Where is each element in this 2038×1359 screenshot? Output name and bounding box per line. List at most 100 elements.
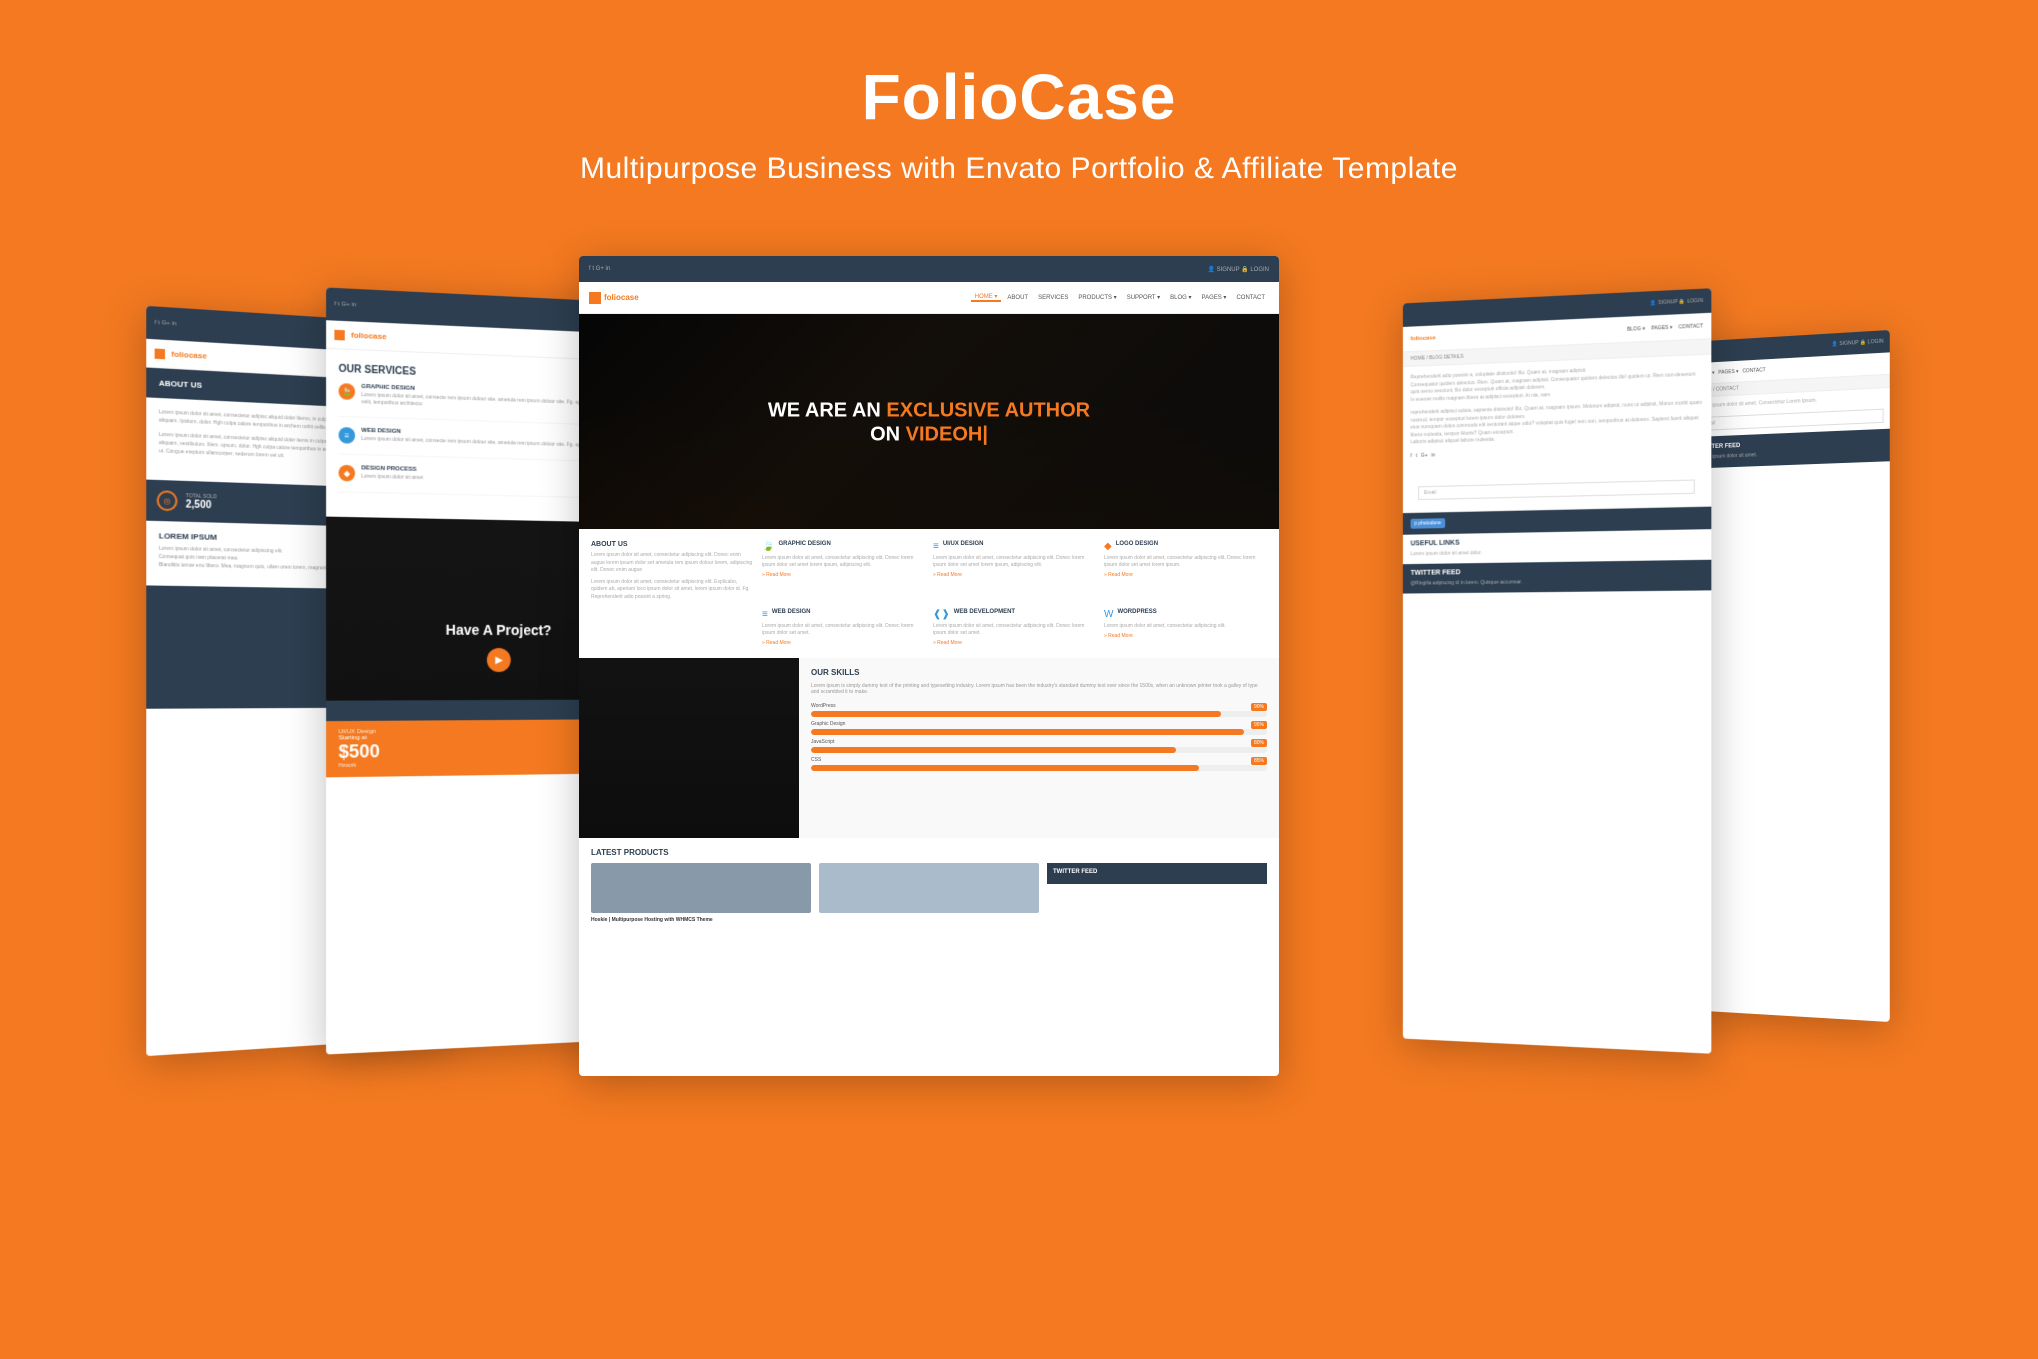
mock-play-btn[interactable]: ▶ [487, 648, 511, 672]
mock-svc-spacer [591, 609, 754, 646]
mock-about-us-title: ABOUT US [591, 541, 754, 548]
skill-wordpress: WordPress 90% [811, 703, 1267, 717]
mock-useful-title: USEFUL LINKS [1411, 535, 1703, 547]
mockup-right: 👤 SIGNUP 🔒 LOGIN foliocase BLOG ▾ PAGES … [1403, 288, 1711, 1054]
nav-support[interactable]: SUPPORT ▾ [1123, 294, 1164, 301]
svc-name-3: LOGO DESIGN [1116, 541, 1158, 547]
svc-desc-6: Lorem ipsum dolor sit amet, consectetur … [1104, 623, 1267, 630]
mock-product-2 [819, 863, 1039, 923]
mock-svc-hdr-1: 🍃 GRAPHIC DESIGN [762, 541, 925, 552]
mock-service-icon-1: 🍃 [339, 383, 356, 400]
skill-graphic-label-row: Graphic Design 95% [811, 721, 1267, 729]
nav-products[interactable]: PRODUCTS ▾ [1074, 294, 1120, 301]
skill-js-bar [811, 747, 1267, 753]
mock-stat-value: 2,500 [186, 499, 217, 511]
mock-right-text2: reprehenderit adipisci soluta, sapiente … [1411, 400, 1703, 447]
nav-blog[interactable]: BLOG ▾ [1166, 294, 1195, 301]
far-right-contact[interactable]: CONTACT [1742, 367, 1765, 374]
mock-svc-title-3: DESIGN PROCESS [361, 465, 423, 473]
mock-photodune-logo: p photodune [1411, 518, 1445, 529]
mockup-container: f t G+ in foliocase ABOUT US Lorem ipsum… [119, 236, 1919, 1186]
svc-readmore-1[interactable]: » Read More [762, 572, 925, 578]
skill-graphic-label: Graphic Design [811, 721, 845, 727]
mock-service-icon-3: ◆ [339, 465, 356, 482]
svc-desc-5: Lorem ipsum dolor sit amet, consectetur … [933, 623, 1096, 637]
hero-line2: ON videoh| [768, 423, 1090, 446]
svc-readmore-6[interactable]: » Read More [1104, 633, 1267, 639]
svc-name-4: WEB DESIGN [772, 609, 811, 615]
mock-twitter-title: TWITTER FEED [1053, 869, 1261, 875]
mock-products-grid: Hoskie | Multipurpose Hosting with WHMCS… [591, 863, 1267, 923]
mock-products-title: LATEST PRODUCTS [591, 848, 1267, 857]
mock-logo-left: foliocase [334, 329, 386, 341]
svc-name-5: WEB DEVELOPMENT [954, 609, 1015, 615]
mock-right-social: f t G+ in [1411, 444, 1703, 458]
mock-about-us-text: Lorem ipsum dolor sit amet, consectetur … [591, 552, 754, 575]
mock-right-blog[interactable]: BLOG ▾ [1627, 325, 1645, 332]
mock-service-icon-2: ≡ [339, 427, 356, 444]
mock-stat-icon: ◎ [157, 490, 178, 511]
nav-home[interactable]: HOME ▾ [971, 293, 1002, 302]
mock-svc-hdr-3: ◆ LOGO DESIGN [1104, 541, 1267, 552]
nav-services[interactable]: SERVICES [1034, 295, 1072, 301]
svc-desc-3: Lorem ipsum dolor sit amet, consectetur … [1104, 555, 1267, 569]
skill-wordpress-label: WordPress [811, 703, 836, 709]
mock-svc-hdr-4: ≡ WEB DESIGN [762, 609, 925, 620]
mock-right-email[interactable]: Email [1418, 479, 1695, 500]
mockup-center: f t G+ in 👤 SIGNUP 🔒 LOGIN foliocase HOM… [579, 256, 1279, 1076]
mock-skills-section: OUR SKILLS Lorem ipsum is simply dummy t… [799, 658, 1279, 838]
mock-twitter-title: TWITTER FEED [1411, 566, 1703, 577]
mock-twitter-section: TWITTER FEED @Ringilla adipiscing id in … [1403, 560, 1711, 594]
svc-readmore-2[interactable]: » Read More [933, 572, 1096, 578]
skill-graphic-fill [811, 729, 1244, 735]
mock-latest-products: LATEST PRODUCTS Hoskie | Multipurpose Ho… [579, 838, 1279, 933]
have-project-title: Have A Project? [446, 622, 552, 639]
mock-about-col: ABOUT US Lorem ipsum dolor sit amet, con… [591, 541, 754, 601]
svc-desc-1: Lorem ipsum dolor sit amet, consectetur … [762, 555, 925, 569]
site-subtitle: Multipurpose Business with Envato Portfo… [580, 152, 1458, 186]
mock-product-img-2 [819, 863, 1039, 913]
mock-service-detail-3: DESIGN PROCESS Lorem ipsum dolor sit ame… [361, 465, 423, 482]
mock-product-img-1 [591, 863, 811, 913]
nav-contact[interactable]: CONTACT [1232, 295, 1269, 301]
svc-readmore-4[interactable]: » Read More [762, 640, 925, 646]
mock-right-pages[interactable]: PAGES ▾ [1651, 324, 1672, 331]
social-t[interactable]: t [1416, 453, 1417, 459]
nav-about[interactable]: ABOUT [1003, 295, 1032, 301]
mock-svc-hdr-2: ≡ UI/UX DESIGN [933, 541, 1096, 552]
svc-icon-1: 🍃 [762, 541, 774, 552]
skill-graphic-bar [811, 729, 1267, 735]
social-in[interactable]: in [1431, 452, 1435, 458]
svc-icon-2: ≡ [933, 541, 939, 552]
svc-name-6: WORDPRESS [1117, 609, 1156, 615]
social-f[interactable]: f [1411, 453, 1412, 459]
mock-svc-uiux: ≡ UI/UX DESIGN Lorem ipsum dolor sit ame… [933, 541, 1096, 601]
mock-services-row2: ≡ WEB DESIGN Lorem ipsum dolor sit amet,… [591, 609, 1267, 646]
skill-wordpress-bar [811, 711, 1267, 717]
nav-pages[interactable]: PAGES ▾ [1198, 294, 1231, 301]
mock-twitter-col: TWITTER FEED [1047, 863, 1267, 923]
mock-right-contact[interactable]: CONTACT [1679, 323, 1704, 330]
hero-text: WE ARE AN EXCLUSIVE AUTHOR ON videoh| [768, 397, 1090, 446]
mock-useful-text: Lorem ipsum dolor sit amet dolor. [1411, 546, 1703, 558]
far-right-pages[interactable]: PAGES ▾ [1718, 368, 1738, 375]
svc-icon-4: ≡ [762, 609, 768, 620]
mock-keyboard-section [579, 658, 799, 838]
skill-css: CSS 85% [811, 757, 1267, 771]
svc-icon-6: W [1104, 609, 1113, 620]
mock-main-nav: foliocase HOME ▾ ABOUT SERVICES PRODUCTS… [579, 282, 1279, 314]
mock-useful-links: USEFUL LINKS Lorem ipsum dolor sit amet … [1403, 529, 1711, 565]
skill-css-fill [811, 765, 1199, 771]
skill-js-fill [811, 747, 1176, 753]
mock-far-right-email[interactable]: Email [1697, 408, 1883, 430]
svc-readmore-3[interactable]: » Read More [1104, 572, 1267, 578]
mock-product-title-1: Hoskie | Multipurpose Hosting with WHMCS… [591, 917, 811, 923]
skill-css-bar [811, 765, 1267, 771]
mock-svc-hdr-6: W WORDPRESS [1104, 609, 1267, 620]
site-title: FolioCase [580, 60, 1458, 134]
social-g[interactable]: G+ [1421, 452, 1428, 458]
header: FolioCase Multipurpose Business with Env… [560, 0, 1478, 226]
svc-readmore-5[interactable]: » Read More [933, 640, 1096, 646]
skill-graphic-pct: 95% [1251, 721, 1267, 729]
skill-js: JavaScript 80% [811, 739, 1267, 753]
